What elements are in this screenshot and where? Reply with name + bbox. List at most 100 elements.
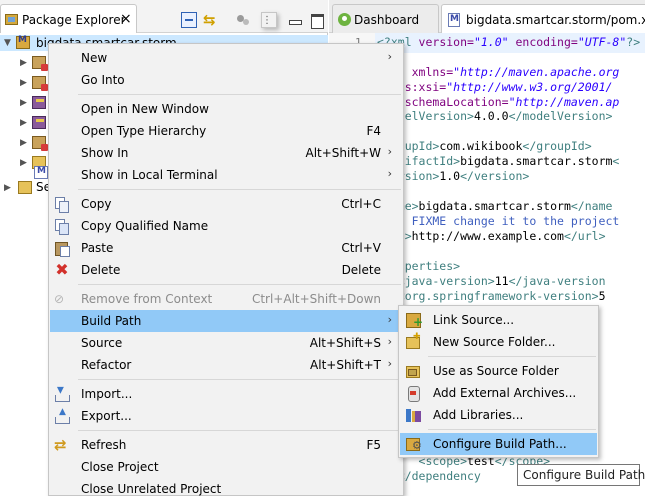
minimize-icon[interactable] [287,12,303,28]
menu-separator [428,356,596,357]
chevron-right-icon[interactable]: ▶ [20,136,27,150]
menu-item-copy-qualified-name[interactable]: Copy Qualified Name [50,215,402,237]
shortcut-label: Ctrl+V [341,241,381,255]
tree-item[interactable]: ▶ [0,73,50,93]
menu-separator [78,189,401,190]
chevron-right-icon[interactable]: ▶ [20,96,27,110]
menu-item-new-source-folder[interactable]: New Source Folder... [400,331,597,353]
chevron-right-icon[interactable]: ▶ [20,76,27,90]
copy-qualified-name-icon [54,218,70,235]
menu-item-show-in-local-terminal[interactable]: Show in Local Terminal › [50,164,402,186]
code-token: "http://maven.ap [508,95,620,109]
menu-item-label: Close Project [81,460,159,474]
submenu-arrow-icon: › [387,145,392,158]
library-icon [32,116,46,129]
servers-folder-icon [18,181,32,194]
tab-dashboard[interactable]: Dashboard [332,4,439,33]
tooltip: Configure Build Path [517,464,645,486]
menu-item-new[interactable]: New › [50,47,402,69]
code-token: version= [418,35,474,49]
code-token: "http://www.w3.org/2001/ [446,80,613,94]
code-line: xmlns:xsi="http://www.w3.org/2001/ [377,80,612,94]
shortcut-label: F4 [366,124,381,138]
chevron-right-icon[interactable]: ▶ [20,116,27,130]
tab-pom-xml[interactable]: bigdata.smartcar.storm/pom.xml [441,4,645,33]
collapse-all-icon[interactable] [181,12,197,28]
chevron-down-icon[interactable]: ▼ [4,36,11,50]
jar-icon [405,385,421,402]
code-token: 11 [494,274,509,288]
package-explorer-tabbar: Package Explorer × ⇆ ⋮ [0,0,328,33]
maximize-icon[interactable] [309,12,325,29]
menu-item-copy[interactable]: Copy Ctrl+C [50,193,402,215]
code-token: ?> [626,35,641,49]
context-menu: New › Go Into Open in New Window Open Type H… [48,43,404,496]
build-path-submenu: Link Source... New Source Folder... Use as… [398,305,599,458]
shortcut-label: Alt+Shift+S [309,336,381,350]
menu-item-import[interactable]: Import... [50,383,402,405]
menu-item-export[interactable]: Export... [50,405,402,427]
code-token: 5 [598,289,606,303]
menu-item-paste[interactable]: Paste Ctrl+V [50,237,402,259]
menu-item-label: Copy Qualified Name [81,219,209,233]
menu-item-label: Configure Build Path... [433,437,567,451]
package-explorer-icon [5,14,18,25]
menu-item-add-libraries[interactable]: Add Libraries... [400,404,597,426]
link-source-icon [405,312,423,329]
tree-item[interactable]: ▶ [0,113,50,133]
spring-icon [338,13,351,26]
package-error-icon [32,56,48,71]
menu-item-open-in-new-window[interactable]: Open in New Window [50,98,402,120]
tab-package-explorer[interactable]: Package Explorer × [0,4,137,33]
code-token: </version> [460,169,530,183]
code-token: </url> [563,229,606,243]
code-line: <groupId>com.wikibook</groupId> [377,139,592,153]
menu-item-refactor[interactable]: Refactor Alt+Shift+T › [50,354,402,376]
menu-item-build-path[interactable]: Build Path › [50,310,402,332]
close-icon[interactable]: × [120,11,132,27]
menu-item-label: Refactor [81,358,132,372]
menu-item-close-unrelated-project[interactable]: Close Unrelated Project [50,478,402,496]
tree-item[interactable]: ▶ [0,133,50,153]
menu-item-label: Refresh [81,438,127,452]
tree-item[interactable]: ▶ [0,53,50,73]
menu-item-configure-build-path[interactable]: Configure Build Path... [400,433,597,455]
link-with-editor-icon[interactable]: ⇆ [203,12,219,28]
menu-item-source[interactable]: Source Alt+Shift+S › [50,332,402,354]
menu-separator [78,379,401,380]
menu-item-go-into[interactable]: Go Into [50,69,402,91]
libraries-icon [405,407,421,423]
menu-item-use-as-source-folder[interactable]: Use as Source Folder [400,360,597,382]
menu-item-label: Delete [81,263,121,277]
view-menu-icon[interactable]: ⋮ [261,12,277,28]
chevron-right-icon[interactable]: ▶ [4,181,11,195]
paste-icon [54,240,70,257]
menu-item-label: Remove from Context [81,292,213,306]
menu-item-close-project[interactable]: Close Project [50,456,402,478]
copy-icon [54,196,70,213]
code-token: <!-- FIXME change it to the project [377,214,620,228]
code-token: </groupId> [522,139,592,153]
menu-item-label: New [81,51,108,65]
menu-item-link-source[interactable]: Link Source... [400,309,597,331]
menu-item-refresh[interactable]: ⇄ Refresh F5 [50,434,402,456]
shortcut-label: Alt+Shift+W [305,146,382,160]
menu-item-label: Show in Local Terminal [81,168,218,182]
code-line: <url>http://www.example.com</url> [377,229,606,243]
package-error-icon [32,76,48,91]
code-line: xsi:schemaLocation="http://maven.ap [377,95,619,109]
filter-icon[interactable] [235,12,251,28]
menu-item-delete[interactable]: ✖ Delete Delete [50,259,402,281]
menu-item-show-in[interactable]: Show In Alt+Shift+W › [50,142,402,164]
menu-item-add-external-archives[interactable]: Add External Archives... [400,382,597,404]
code-token: < [612,154,620,168]
menu-item-label: Go Into [81,73,125,87]
menu-item-label: Build Path [81,314,142,328]
tree-item[interactable]: ▶ [0,93,50,113]
shortcut-label: F5 [366,438,381,452]
menu-item-label: Link Source... [433,313,515,327]
chevron-right-icon[interactable]: ▶ [20,56,27,70]
code-line: <?xml version="1.0" encoding="UTF-8"?> [377,35,640,49]
menu-separator [428,429,596,430]
menu-item-open-type-hierarchy[interactable]: Open Type Hierarchy F4 [50,120,402,142]
